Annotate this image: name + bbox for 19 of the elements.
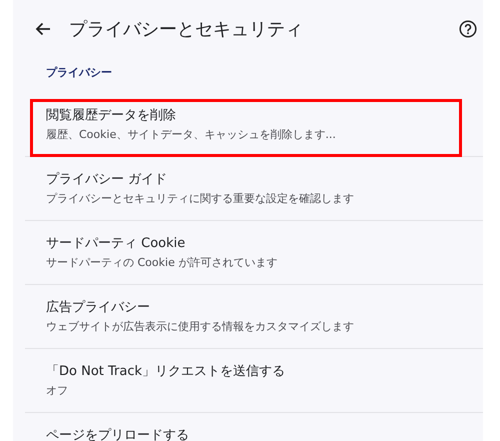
settings-item[interactable]: 閲覧履歴データを削除 履歴、Cookie、サイトデータ、キャッシュを削除します... — [25, 93, 483, 157]
item-description: オフ — [46, 383, 69, 399]
item-description: サードパーティの Cookie が許可されています — [46, 255, 278, 271]
page-title: プライバシーとセキュリティ — [69, 18, 304, 41]
help-icon[interactable] — [459, 20, 477, 38]
section-heading: プライバシー — [45, 65, 113, 81]
settings-item[interactable]: 広告プライバシー ウェブサイトが広告表示に使用する情報をカスタマイズします — [25, 285, 483, 349]
item-title: 「Do Not Track」リクエストを送信する — [46, 363, 286, 381]
back-arrow-icon[interactable] — [35, 22, 51, 36]
settings-item[interactable]: 「Do Not Track」リクエストを送信する オフ — [25, 349, 483, 413]
item-description: 履歴、Cookie、サイトデータ、キャッシュを削除します... — [46, 127, 337, 143]
item-title: 閲覧履歴データを削除 — [46, 107, 177, 125]
settings-item[interactable]: プライバシー ガイド プライバシーとセキュリティに関する重要な設定を確認します — [25, 157, 483, 221]
item-description: ウェブサイトが広告表示に使用する情報をカスタマイズします — [46, 319, 355, 335]
item-description: プライバシーとセキュリティに関する重要な設定を確認します — [46, 191, 355, 207]
item-title: プライバシー ガイド — [46, 171, 168, 189]
settings-item[interactable]: サードパーティ Cookie サードパーティの Cookie が許可されています — [25, 221, 483, 285]
item-title: サードパーティ Cookie — [46, 235, 186, 253]
item-title: 広告プライバシー — [46, 299, 151, 317]
